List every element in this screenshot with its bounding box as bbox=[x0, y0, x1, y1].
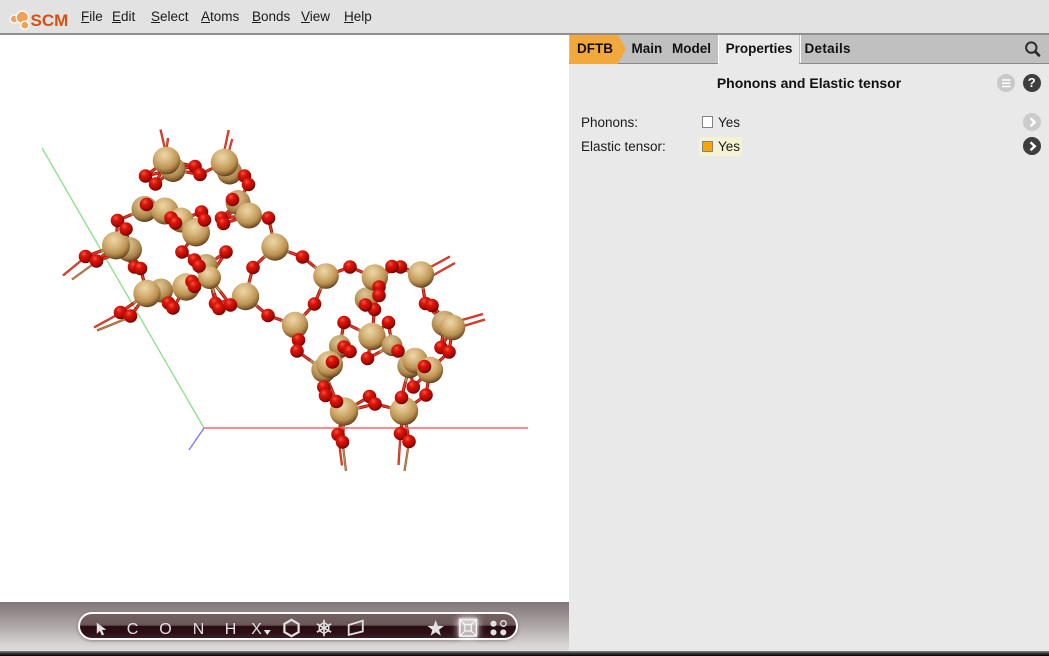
svg-text:H: H bbox=[225, 621, 237, 638]
svg-text:C: C bbox=[127, 621, 139, 638]
svg-text:SCM: SCM bbox=[31, 11, 69, 30]
svg-text:O: O bbox=[159, 621, 171, 638]
svg-text:N: N bbox=[193, 621, 205, 638]
svg-text:X: X bbox=[251, 621, 262, 638]
